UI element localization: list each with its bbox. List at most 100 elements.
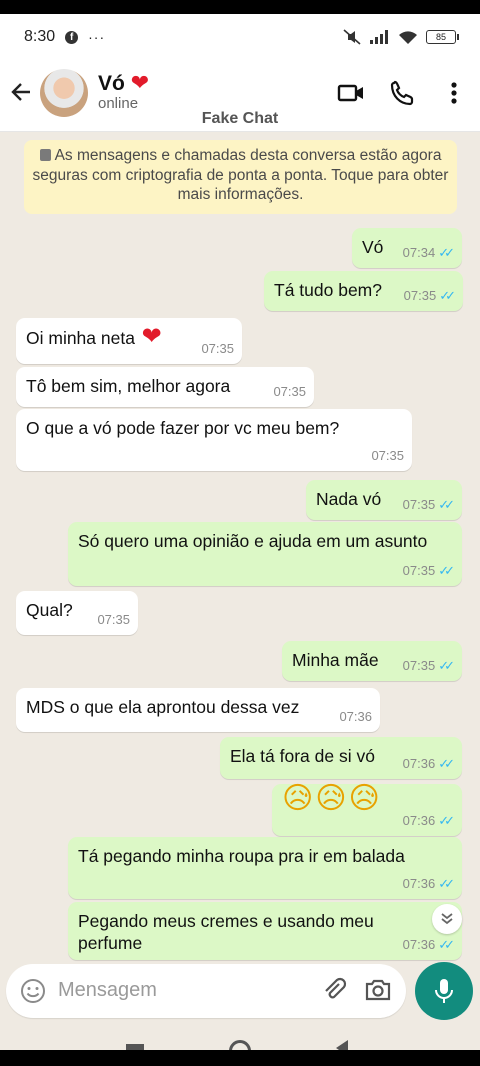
message-text: Qual?	[26, 600, 73, 620]
mute-icon	[343, 29, 361, 45]
incoming-message[interactable]: Tô bem sim, melhor agora 07:35	[16, 367, 314, 407]
bottom-black-bar	[0, 1050, 480, 1066]
read-ticks-icon: ✓✓	[438, 658, 455, 673]
message-time: 07:36	[402, 813, 436, 828]
message-text: MDS o que ela aprontou dessa vez	[26, 697, 300, 717]
message-time: 07:35	[402, 658, 436, 673]
message-text: Tá tudo bem?	[274, 280, 382, 300]
outgoing-message[interactable]: Vó 07:34 ✓✓	[352, 228, 462, 268]
outgoing-message[interactable]: Só quero uma opinião e ajuda em um asunt…	[68, 522, 462, 586]
message-meta: 07:35 ✓✓	[402, 560, 455, 582]
lock-icon	[39, 149, 51, 161]
message-text: Oi minha neta ❤	[26, 323, 162, 350]
read-ticks-icon: ✓✓	[439, 288, 456, 303]
message-text: 😥😥😥	[282, 782, 382, 815]
top-black-bar	[0, 0, 480, 14]
outgoing-message[interactable]: Pegando meus cremes e usando meu perfume…	[68, 902, 462, 960]
message-time: 07:35	[97, 612, 130, 627]
heart-emoji: ❤	[134, 323, 162, 350]
message-text: Tá pegando minha roupa pra ir em balada	[78, 846, 405, 866]
message-meta: 07:35	[371, 445, 404, 467]
message-time: 07:36	[402, 937, 436, 952]
message-text: O que a vó pode fazer por vc meu bem?	[26, 418, 340, 438]
more-vert-icon[interactable]	[439, 78, 469, 108]
message-meta: 07:35 ✓✓	[402, 494, 455, 516]
incoming-message[interactable]: Qual? 07:35	[16, 591, 138, 635]
message-text: Pegando meus cremes e usando meu perfume	[78, 911, 374, 953]
message-meta: 07:35	[273, 381, 306, 403]
message-time: 07:35	[273, 384, 306, 399]
outgoing-message[interactable]: 😥😥😥 07:36 ✓✓	[272, 784, 462, 836]
read-ticks-icon: ✓✓	[438, 937, 455, 952]
microphone-icon	[435, 979, 453, 1003]
composer: Mensagem	[0, 962, 480, 1026]
outgoing-message[interactable]: Minha mãe 07:35 ✓✓	[282, 641, 462, 681]
message-meta: 07:35 ✓✓	[403, 285, 456, 307]
status-time: 8:30	[24, 28, 56, 45]
message-meta: 07:35	[97, 609, 130, 631]
fake-chat-watermark: Fake Chat	[201, 110, 279, 127]
message-meta: 07:35	[201, 338, 234, 360]
message-time: 07:35	[403, 288, 437, 303]
incoming-message[interactable]: O que a vó pode fazer por vc meu bem? 07:…	[16, 409, 412, 471]
phone-icon[interactable]	[388, 78, 418, 108]
outgoing-message[interactable]: Nada vó 07:35 ✓✓	[306, 480, 462, 520]
message-meta: 07:35 ✓✓	[402, 655, 455, 677]
message-meta: 07:36 ✓✓	[402, 810, 455, 832]
incoming-message[interactable]: MDS o que ela aprontou dessa vez 07:36	[16, 688, 380, 732]
encryption-notice[interactable]: As mensagens e chamadas desta conversa e…	[24, 140, 457, 214]
signal-icon	[370, 30, 388, 44]
contact-name-text: Vó	[98, 72, 125, 95]
emoji-icon[interactable]	[20, 978, 46, 1004]
double-chevron-down-icon	[441, 913, 453, 925]
message-time: 07:35	[201, 341, 234, 356]
message-text: Minha mãe	[292, 650, 379, 670]
read-ticks-icon: ✓✓	[438, 756, 455, 771]
chat-area[interactable]: As mensagens e chamadas desta conversa e…	[0, 132, 480, 964]
read-ticks-icon: ✓✓	[438, 563, 455, 578]
read-ticks-icon: ✓✓	[438, 245, 455, 260]
outgoing-message[interactable]: Tá tudo bem? 07:35 ✓✓	[264, 271, 463, 311]
message-time: 07:35	[402, 563, 436, 578]
message-time: 07:35	[371, 448, 404, 463]
message-text: Nada vó	[316, 489, 382, 509]
message-time: 07:35	[402, 497, 436, 512]
message-meta: 07:36 ✓✓	[402, 873, 455, 895]
message-text: Ela tá fora de si vó	[230, 746, 375, 766]
read-ticks-icon: ✓✓	[438, 813, 455, 828]
video-call-icon[interactable]	[336, 78, 366, 108]
message-text: Vó	[362, 237, 384, 257]
mic-button[interactable]	[415, 962, 473, 1020]
outgoing-message[interactable]: Tá pegando minha roupa pra ir em balada 0…	[68, 837, 462, 899]
read-ticks-icon: ✓✓	[438, 497, 455, 512]
scroll-down-button[interactable]	[432, 904, 462, 934]
incoming-message[interactable]: Oi minha neta ❤ 07:35	[16, 318, 242, 364]
message-time: 07:36	[402, 756, 436, 771]
more-notifications-icon: ···	[88, 29, 106, 45]
contact-name[interactable]: Vó ❤	[98, 70, 149, 96]
message-time: 07:36	[339, 709, 372, 724]
message-text: Tô bem sim, melhor agora	[26, 376, 231, 396]
heart-emoji: ❤	[130, 70, 150, 95]
system-nav-bar	[0, 1026, 480, 1066]
facebook-icon: f	[65, 30, 79, 44]
message-input[interactable]: Mensagem	[6, 964, 406, 1018]
back-arrow-icon[interactable]	[8, 78, 34, 106]
message-meta: 07:36 ✓✓	[402, 753, 455, 775]
camera-icon[interactable]	[364, 976, 392, 1004]
message-meta: 07:36 ✓✓	[402, 934, 455, 956]
message-placeholder: Mensagem	[58, 979, 157, 1001]
attach-icon[interactable]	[320, 976, 348, 1004]
chat-header: Vó ❤ online Fake Chat	[0, 60, 480, 132]
outgoing-message[interactable]: Ela tá fora de si vó 07:36 ✓✓	[220, 737, 462, 779]
message-meta: 07:36	[339, 706, 372, 728]
message-text: Só quero uma opinião e ajuda em um asunt…	[78, 531, 428, 551]
message-meta: 07:34 ✓✓	[402, 242, 455, 264]
encryption-notice-text: As mensagens e chamadas desta conversa e…	[32, 147, 449, 203]
read-ticks-icon: ✓✓	[438, 876, 455, 891]
battery-icon: 85	[426, 30, 459, 44]
message-time: 07:34	[402, 245, 436, 260]
status-bar: 8:30 f ··· 85	[0, 14, 480, 60]
message-time: 07:36	[402, 876, 436, 891]
wifi-icon	[399, 30, 417, 44]
